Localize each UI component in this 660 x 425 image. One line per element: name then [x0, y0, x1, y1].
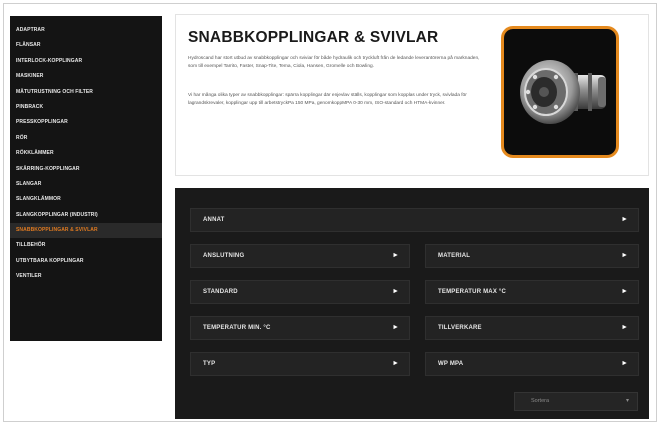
- triangle-right-icon: ►: [621, 252, 628, 259]
- filter-label: Temperatur min. °C: [203, 325, 271, 331]
- sort-select[interactable]: Sortera ▾: [514, 392, 638, 411]
- filter-label: Temperatur max °C: [438, 289, 507, 295]
- product-image: [501, 26, 619, 158]
- sidebar-item-skarring-kopplingar[interactable]: Skärring-kopplingar: [10, 162, 162, 177]
- sidebar-item-maskiner[interactable]: Maskiner: [10, 69, 162, 84]
- sidebar-item-ror[interactable]: Rör: [10, 131, 162, 146]
- filter-material[interactable]: Material ►: [425, 244, 639, 268]
- sidebar-item-ventiler[interactable]: Ventiler: [10, 269, 162, 284]
- filter-label: Annat: [203, 217, 225, 223]
- filter-tillverkare[interactable]: Tillverkare ►: [425, 316, 639, 340]
- sidebar-item-interlock-kopplingar[interactable]: Interlock-kopplingar: [10, 54, 162, 69]
- sidebar-item-rokklammer[interactable]: Rökklämmer: [10, 146, 162, 161]
- filter-label: Material: [438, 253, 471, 259]
- filter-typ[interactable]: Typ ►: [190, 352, 410, 376]
- chevron-down-icon: ▾: [625, 398, 629, 404]
- filter-anslutning[interactable]: Anslutning ►: [190, 244, 410, 268]
- description-paragraph: Vi har många olika typer av snabbkopplin…: [188, 93, 467, 106]
- triangle-right-icon: ►: [621, 288, 628, 295]
- sidebar-item-slangkopplingar[interactable]: Slangkopplingar (Industri): [10, 208, 162, 223]
- triangle-right-icon: ►: [392, 252, 399, 259]
- filter-wp-mpa[interactable]: WP MPA ►: [425, 352, 639, 376]
- sidebar-item-adaptrar[interactable]: Adaptrar: [10, 23, 162, 38]
- triangle-right-icon: ►: [392, 360, 399, 367]
- triangle-right-icon: ►: [621, 360, 628, 367]
- filter-temperatur-max[interactable]: Temperatur max °C ►: [425, 280, 639, 304]
- filter-label: Typ: [203, 361, 216, 367]
- page-title: SNABBKOPPLINGAR & SVIVLAR: [188, 29, 439, 46]
- triangle-right-icon: ►: [392, 324, 399, 331]
- sidebar-item-matutrustning[interactable]: Mätutrustning och filter: [10, 85, 162, 100]
- intro-paragraph: Hydroscand har stort utbud av snabbkoppl…: [188, 56, 480, 69]
- triangle-right-icon: ►: [392, 288, 399, 295]
- quick-coupling-image: [520, 60, 606, 124]
- filter-label: Anslutning: [203, 253, 245, 259]
- filter-temperatur-min[interactable]: Temperatur min. °C ►: [190, 316, 410, 340]
- filter-annat[interactable]: Annat ►: [190, 208, 639, 232]
- sidebar-item-pinbrack[interactable]: Pinbrack: [10, 100, 162, 115]
- filter-label: Tillverkare: [438, 325, 482, 331]
- category-hero: SNABBKOPPLINGAR & SVIVLAR Hydroscand har…: [175, 14, 649, 176]
- sidebar-item-snabbkopplingar[interactable]: Snabbkopplingar & svivlar: [10, 223, 162, 239]
- filter-standard[interactable]: Standard ►: [190, 280, 410, 304]
- sidebar-item-presskopplingar[interactable]: Presskopplingar: [10, 115, 162, 130]
- category-sidebar: Adaptrar Flänsar Interlock-kopplingar Ma…: [10, 16, 162, 341]
- filter-label: WP MPA: [438, 361, 464, 367]
- filter-label: Standard: [203, 289, 238, 295]
- sidebar-item-slangar[interactable]: Slangar: [10, 177, 162, 192]
- sidebar-item-tillbehor[interactable]: Tillbehör: [10, 238, 162, 253]
- triangle-right-icon: ►: [621, 216, 628, 223]
- sidebar-item-flansar[interactable]: Flänsar: [10, 38, 162, 53]
- sort-label: Sortera: [531, 398, 550, 404]
- sidebar-item-utbytbara-kopplingar[interactable]: Utbytbara kopplingar: [10, 254, 162, 269]
- sidebar-item-slangklammor[interactable]: Slangklämmor: [10, 192, 162, 207]
- filter-panel: Annat ► Anslutning ► Material ► Standard…: [175, 188, 649, 419]
- triangle-right-icon: ►: [621, 324, 628, 331]
